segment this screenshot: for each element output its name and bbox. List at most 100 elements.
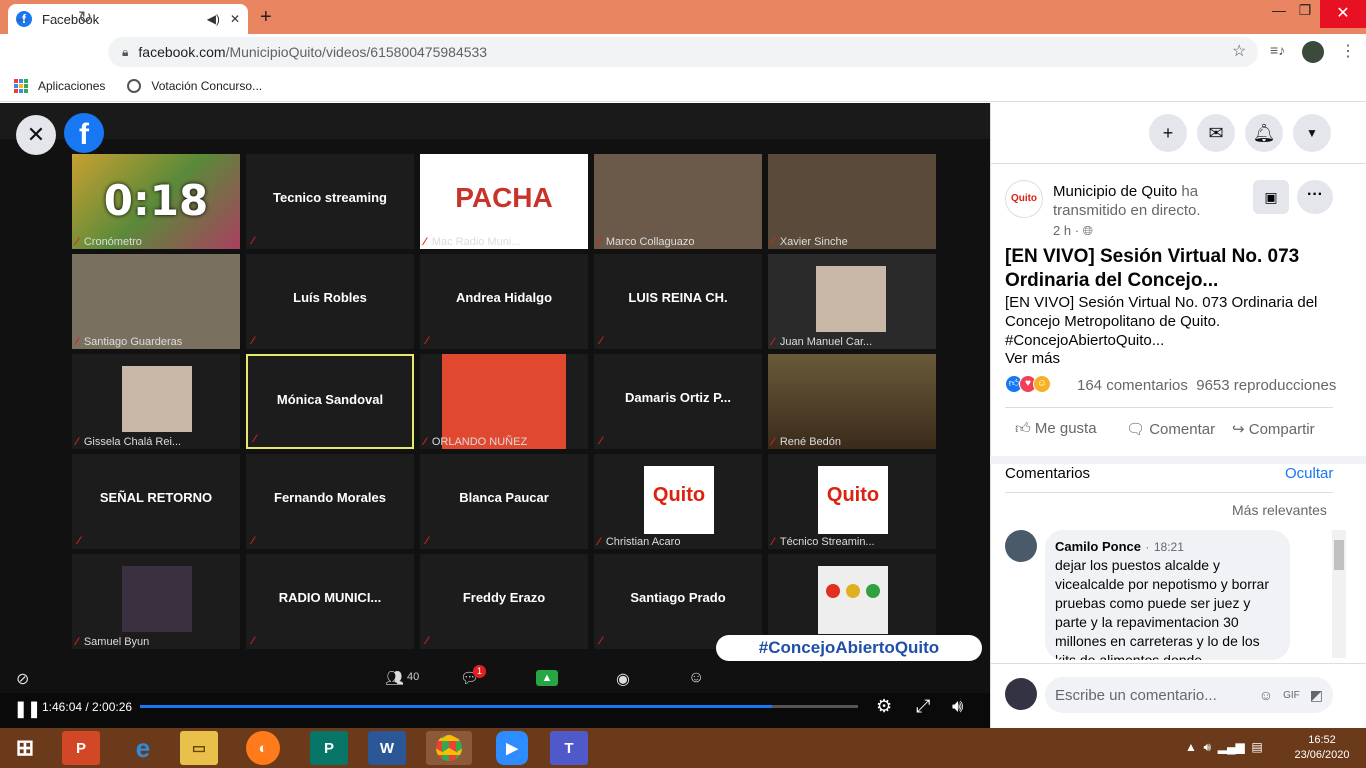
post-title: [EN VIVO] Sesión Virtual No. 073 Ordinar… <box>1005 246 1300 291</box>
url-host: facebook.com <box>138 44 226 60</box>
section-divider <box>990 456 1366 464</box>
participant-label: ⁄ Marco Collaguazo <box>598 236 695 248</box>
bookmark-star-icon[interactable]: ☆ <box>1232 41 1246 61</box>
taskbar-clock[interactable]: 16:52 23/06/2020 <box>1285 733 1359 763</box>
clock-time: 16:52 <box>1308 734 1336 746</box>
mic-muted-icon: ⁄ <box>772 336 774 348</box>
record-icon: ◉ <box>616 671 630 688</box>
page-name-link[interactable]: Municipio de Quito <box>1053 183 1177 200</box>
participant-label-text: Gissela Chalá Rei... <box>83 436 182 448</box>
word-icon[interactable]: W <box>368 731 406 765</box>
comment-button[interactable]: 🗨︎ Comentar <box>1126 420 1215 438</box>
bookmark-votacion[interactable]: Votación Concurso... <box>151 79 262 93</box>
notifications-icon[interactable]: 🔔︎ <box>1245 114 1283 152</box>
divider <box>1005 492 1333 493</box>
light-dot <box>826 584 840 598</box>
bookmark-apps[interactable]: Aplicaciones <box>38 79 105 93</box>
scrollbar-thumb[interactable] <box>1334 540 1344 570</box>
participant-label: ⁄ René Bedón <box>772 436 841 448</box>
share-screen-icon: ▲ <box>536 670 558 686</box>
volume-icon[interactable]: 🔊︎ <box>952 696 963 717</box>
comment-input[interactable]: Escribe un comentario... ☺ GIF ◩ <box>1045 677 1333 713</box>
project-icon[interactable]: P <box>310 731 348 765</box>
mic-muted-icon: ⁄ <box>772 236 774 248</box>
participant-name: SEÑAL RETORNO <box>99 490 213 505</box>
participant-tile: SEÑAL RETORNO ⁄ <box>72 454 240 549</box>
video-controls <box>0 693 990 728</box>
windows-start-icon[interactable]: ⊞ <box>6 731 44 765</box>
comment-time[interactable]: 18:21 <box>1154 540 1184 554</box>
participant-label-text: Técnico Streamin... <box>779 536 875 548</box>
participant-tile: 0:18 ⁄ Cronómetro <box>72 154 240 249</box>
profile-avatar[interactable] <box>1302 41 1324 63</box>
comments-count[interactable]: 164 comentarios <box>1077 377 1188 394</box>
user-avatar[interactable] <box>1005 678 1037 710</box>
thumbs-up-icon: 👍︎ <box>1015 420 1031 437</box>
save-icon[interactable]: ▣ <box>1253 180 1289 214</box>
participant-label: ⁄ Santiago Guarderas <box>76 336 182 348</box>
participant-tile: Fernando Morales ⁄ <box>246 454 414 549</box>
participant-tile: Mónica Sandoval ⁄ <box>246 354 414 449</box>
progress-played[interactable] <box>140 705 772 708</box>
browser-tab[interactable]: f Facebook ◀) ✕ <box>8 4 248 34</box>
teams-icon[interactable]: T <box>550 731 588 765</box>
mic-muted-icon: ⁄ <box>78 535 80 547</box>
emoji-icon[interactable]: ☺ <box>1259 687 1273 703</box>
commenter-avatar[interactable] <box>1005 530 1037 562</box>
powerpoint-icon[interactable]: P <box>62 731 100 765</box>
mic-muted-icon: ⁄ <box>600 635 602 647</box>
messenger-icon[interactable]: ✉ <box>1197 114 1235 152</box>
participant-tile: Quito ⁄ Técnico Streamin... <box>768 454 936 549</box>
fullscreen-icon[interactable]: ⤢ <box>916 696 930 717</box>
media-control-icon[interactable]: ≡♪ <box>1270 42 1285 58</box>
apps-grid-icon[interactable] <box>14 78 28 93</box>
close-video-icon[interactable]: ✕ <box>16 115 56 155</box>
like-label: Me gusta <box>1034 420 1097 437</box>
new-tab-icon[interactable]: + <box>260 6 272 29</box>
sort-comments[interactable]: Más relevantes <box>1232 502 1327 518</box>
reactions-summary[interactable]: 👍︎ ♥ ☺ <box>1005 375 1051 393</box>
page-avatar[interactable]: Quito <box>1005 180 1043 218</box>
participant-label-text: Juan Manuel Car... <box>779 336 873 348</box>
forward-icon[interactable]: → <box>46 8 63 28</box>
share-icon: ↪ <box>1232 421 1245 438</box>
radio-logo: PACHA <box>455 182 553 213</box>
more-options-icon[interactable]: ··· <box>1297 180 1333 214</box>
mic-muted-icon: ⁄ <box>254 433 256 445</box>
see-more-link[interactable]: Ver más <box>1005 350 1060 367</box>
reload-icon[interactable]: ↻ <box>78 8 92 28</box>
internet-explorer-icon[interactable]: e <box>124 731 162 765</box>
comment-author[interactable]: Camilo Ponce <box>1055 539 1141 554</box>
create-icon[interactable]: + <box>1149 114 1187 152</box>
like-button[interactable]: 👍︎ Me gusta <box>1015 420 1097 438</box>
settings-gear-icon[interactable]: ⚙ <box>876 696 892 717</box>
restore-icon[interactable]: ❐ <box>1290 2 1320 19</box>
file-explorer-icon[interactable]: ▭ <box>180 731 218 765</box>
post-time[interactable]: 2 h · 🌐︎ <box>1053 223 1093 239</box>
divider <box>990 163 1366 164</box>
participant-name: Freddy Erazo <box>462 590 546 605</box>
tab-close-icon[interactable]: ✕ <box>230 12 240 26</box>
participant-label-text: Samuel Byun <box>83 636 150 648</box>
chrome-menu-icon[interactable]: ⋮ <box>1340 41 1356 61</box>
hashtag-banner: #ConcejoAbiertoQuito <box>716 635 982 661</box>
facebook-logo-icon[interactable]: f <box>64 113 104 153</box>
system-tray[interactable]: ▲ 🔊︎ ▂▄▆ ▤ <box>1185 740 1263 755</box>
tab-audio-icon[interactable]: ◀) <box>207 12 220 26</box>
sticker-icon[interactable]: ◩ <box>1310 687 1323 704</box>
account-menu-icon[interactable]: ▼ <box>1293 114 1331 152</box>
participant-label: ⁄ Cronómetro <box>76 236 142 248</box>
share-button[interactable]: ↪ Compartir <box>1232 420 1315 438</box>
firefox-icon[interactable]: ◐ <box>246 731 280 765</box>
zoom-icon[interactable]: ▶ <box>496 731 528 765</box>
mic-muted-icon: ⁄ <box>76 436 78 448</box>
back-icon[interactable]: ← <box>14 8 31 28</box>
chrome-taskbar-icon[interactable] <box>426 731 472 765</box>
hide-comments-link[interactable]: Ocultar <box>1285 465 1333 482</box>
gif-icon[interactable]: GIF <box>1283 690 1300 701</box>
mic-muted-icon: ⁄ <box>76 236 78 248</box>
share-label: Compartir <box>1248 421 1315 438</box>
address-bar[interactable]: 🔒︎ facebook.com/MunicipioQuito/videos/61… <box>108 37 1258 67</box>
pause-icon[interactable]: ❚❚ <box>14 699 41 719</box>
window-close-icon[interactable]: ✕ <box>1320 0 1366 28</box>
